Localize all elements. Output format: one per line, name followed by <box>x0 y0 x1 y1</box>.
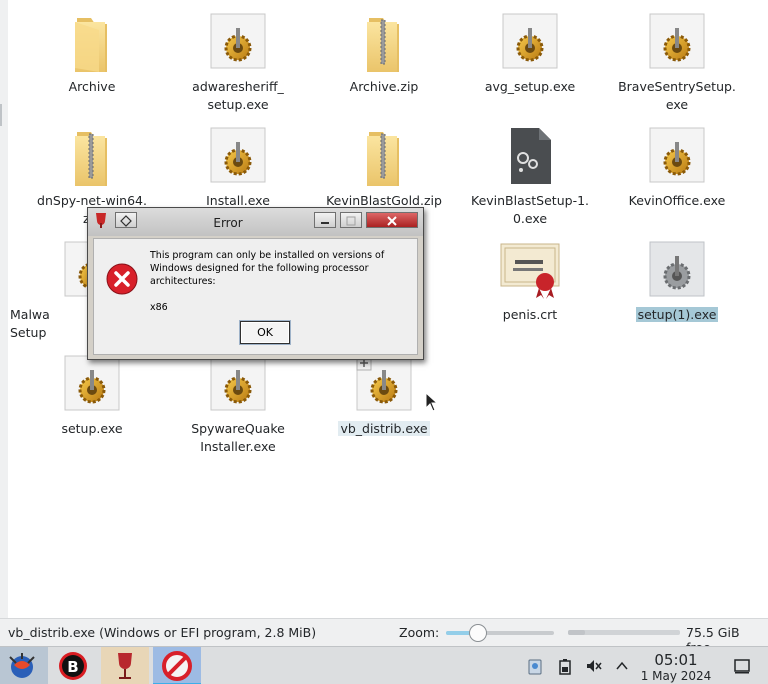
selected-label: setup(1).exe <box>635 307 719 322</box>
settings-file-icon <box>511 128 551 184</box>
certificate-icon <box>500 243 560 299</box>
gear-icon <box>356 355 412 411</box>
battery-icon[interactable] <box>556 657 574 675</box>
status-text: vb_distrib.exe (Windows or EFI program, … <box>8 625 317 640</box>
file-item[interactable]: KevinOffice.exe <box>612 114 742 229</box>
error-icon <box>106 263 138 295</box>
architecture-text: x86 <box>150 302 168 313</box>
file-name: adwaresheriff_ setup.exe <box>192 79 284 112</box>
clock-date[interactable]: 1 May 2024 <box>636 669 716 683</box>
file-item[interactable]: Archive <box>27 0 157 115</box>
file-item[interactable]: BraveSentrySetup. exe <box>612 0 742 115</box>
zip-folder-icon <box>367 18 399 72</box>
error-dialog[interactable]: Error This program can only be installed… <box>87 207 424 360</box>
gear-icon <box>649 241 705 297</box>
app-launcher-icon <box>9 653 35 678</box>
used-space-fill <box>568 630 585 635</box>
close-button[interactable] <box>366 212 418 228</box>
close-icon <box>387 216 397 226</box>
minimize-icon <box>321 222 329 224</box>
no-entry-icon <box>162 651 192 681</box>
zoom-handle[interactable] <box>469 624 488 642</box>
file-name: KevinOffice.exe <box>628 193 726 208</box>
app-launcher-button[interactable] <box>0 647 48 684</box>
zoom-slider[interactable] <box>446 624 554 642</box>
file-item[interactable]: setup(1).exe <box>612 228 742 343</box>
hover-label: vb_distrib.exe <box>338 421 430 436</box>
clipboard-icon[interactable] <box>526 657 544 675</box>
maximize-button[interactable] <box>340 212 362 228</box>
zip-folder-icon <box>367 132 399 186</box>
gear-icon <box>64 355 120 411</box>
clock-time[interactable]: 05:01 <box>636 651 716 669</box>
folder-icon <box>75 18 107 72</box>
gear-icon <box>502 13 558 69</box>
show-desktop-icon[interactable] <box>733 657 751 675</box>
file-item[interactable]: KevinBlastSetup-1. 0.exe <box>465 114 595 229</box>
ok-button[interactable]: OK <box>240 321 290 344</box>
file-item[interactable]: penis.crt <box>465 228 595 343</box>
dialog-titlebar[interactable]: Error <box>88 208 423 236</box>
file-item[interactable]: Archive.zip <box>319 0 449 115</box>
maximize-icon <box>346 216 356 226</box>
file-name: setup(1).exe <box>612 306 742 324</box>
zoom-label: Zoom: <box>399 625 440 640</box>
gear-icon <box>210 127 266 183</box>
gear-icon <box>649 127 705 183</box>
chevron-up-icon[interactable] <box>613 657 631 675</box>
wine-icon <box>118 653 132 679</box>
file-name: Archive <box>68 79 116 94</box>
scroll-marker <box>0 104 2 126</box>
gear-icon <box>210 13 266 69</box>
gear-icon <box>649 13 705 69</box>
file-name: avg_setup.exe <box>484 79 576 94</box>
dialog-body: This program can only be installed on ve… <box>93 238 418 355</box>
status-bar: vb_distrib.exe (Windows or EFI program, … <box>0 618 768 655</box>
bitdefender-button[interactable]: B <box>49 647 97 684</box>
file-name: vb_distrib.exe <box>319 420 449 438</box>
file-item[interactable]: adwaresheriff_ setup.exe <box>173 0 303 115</box>
file-name: BraveSentrySetup. exe <box>618 79 736 112</box>
error-message: This program can only be installed on ve… <box>150 250 385 287</box>
minimize-button[interactable] <box>314 212 336 228</box>
svg-text:B: B <box>67 658 78 676</box>
gear-icon <box>210 355 266 411</box>
file-name: setup.exe <box>61 421 123 436</box>
zip-folder-icon <box>75 132 107 186</box>
active-app-button[interactable] <box>153 647 201 684</box>
scroll-edge <box>0 0 8 618</box>
file-name: Archive.zip <box>349 79 419 94</box>
mouse-cursor-icon <box>425 392 439 412</box>
free-space-bar <box>568 630 680 635</box>
taskbar: B 05:01 1 May 2024 <box>0 646 768 684</box>
file-name: SpywareQuake Installer.exe <box>191 421 285 454</box>
file-name: penis.crt <box>502 307 558 322</box>
bitdefender-icon: B <box>59 652 87 680</box>
file-name: KevinBlastSetup-1. 0.exe <box>471 193 589 226</box>
volume-muted-icon[interactable] <box>585 657 603 675</box>
wine-button[interactable] <box>101 647 149 684</box>
file-item[interactable]: avg_setup.exe <box>465 0 595 115</box>
